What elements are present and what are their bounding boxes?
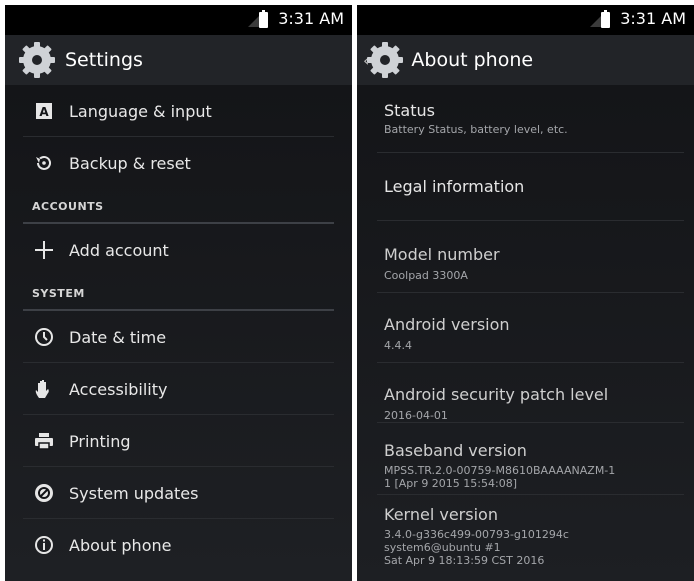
about-item-title: Legal information <box>384 177 525 196</box>
settings-item-label: Date & time <box>69 327 167 347</box>
about-item-summary: 4.4.4 <box>384 339 412 352</box>
settings-gear-icon <box>19 42 55 78</box>
settings-item-backup-reset[interactable]: Backup & reset <box>5 137 352 189</box>
system-update-icon <box>35 484 53 502</box>
about-item-model-number: Model number Coolpad 3300A <box>357 221 694 293</box>
page-title: About phone <box>411 49 534 71</box>
about-item-baseband-version: Baseband version MPSS.TR.2.0-00759-M8610… <box>357 423 694 495</box>
settings-item-language-input[interactable]: A Language & input <box>5 85 352 137</box>
settings-item-label: Add account <box>69 240 169 260</box>
about-item-summary: 3.4.0-g336c499-00793-g101294c <box>384 528 569 541</box>
settings-item-accessibility[interactable]: Accessibility <box>5 363 352 415</box>
about-item-summary-line-2: system6@ubuntu #1 <box>384 541 501 554</box>
about-item-android-version[interactable]: Android version 4.4.4 <box>357 293 694 363</box>
clock-icon <box>35 328 53 346</box>
info-icon <box>35 536 53 554</box>
settings-screen: 3:31 AM Settings A Language & input Back… <box>5 5 352 581</box>
about-item-status[interactable]: Status Battery Status, battery level, et… <box>357 85 694 153</box>
about-item-summary: 2016-04-01 <box>384 409 448 422</box>
settings-item-label: System updates <box>69 483 199 503</box>
settings-item-label: Printing <box>69 431 131 451</box>
settings-item-printing[interactable]: Printing <box>5 415 352 467</box>
about-item-summary: Coolpad 3300A <box>384 269 468 282</box>
about-item-summary: MPSS.TR.2.0-00759-M8610BAAAANAZM-1 <box>384 464 616 477</box>
section-header-label: ACCOUNTS <box>32 200 104 213</box>
about-item-summary-line-3: Sat Apr 9 18:13:59 CST 2016 <box>384 554 545 567</box>
settings-item-label: Language & input <box>69 101 212 121</box>
status-time: 3:31 AM <box>278 9 344 28</box>
status-bar: 3:31 AM <box>357 5 694 35</box>
section-header-accounts: ACCOUNTS <box>5 189 352 224</box>
about-item-title: Status <box>384 101 435 120</box>
settings-item-date-time[interactable]: Date & time <box>5 311 352 363</box>
about-item-title: Android security patch level <box>384 385 609 404</box>
add-icon <box>35 241 53 259</box>
printer-icon <box>35 433 53 450</box>
about-item-summary: Battery Status, battery level, etc. <box>384 123 568 136</box>
svg-text:A: A <box>39 105 49 119</box>
section-header-label: SYSTEM <box>32 287 85 300</box>
backup-icon <box>36 155 51 170</box>
about-phone-screen: 3:31 AM ‹ About phone Status Battery Sta… <box>357 5 694 581</box>
settings-list: A Language & input Backup & reset ACCOUN… <box>5 85 352 581</box>
battery-icon <box>601 10 610 28</box>
hand-icon <box>35 380 49 398</box>
settings-item-about-phone[interactable]: About phone <box>5 519 352 571</box>
about-item-legal-information[interactable]: Legal information <box>357 153 694 221</box>
page-title: Settings <box>65 49 143 71</box>
about-item-title: Android version <box>384 315 510 334</box>
about-item-title: Baseband version <box>384 441 527 460</box>
settings-item-label: Accessibility <box>69 379 168 399</box>
settings-item-system-updates[interactable]: System updates <box>5 467 352 519</box>
about-item-summary-line-2: 1 [Apr 9 2015 15:54:08] <box>384 477 517 490</box>
settings-gear-icon[interactable] <box>367 42 404 78</box>
settings-item-label: Backup & reset <box>69 153 191 173</box>
action-bar: ‹ About phone <box>357 35 694 85</box>
battery-icon <box>259 10 268 28</box>
about-item-kernel-version: Kernel version 3.4.0-g336c499-00793-g101… <box>357 495 694 575</box>
about-list: Status Battery Status, battery level, et… <box>357 85 694 581</box>
section-header-system: SYSTEM <box>5 276 352 311</box>
about-item-title: Kernel version <box>384 505 498 524</box>
status-bar: 3:31 AM <box>5 5 352 35</box>
language-icon: A <box>36 103 52 119</box>
status-time: 3:31 AM <box>620 9 686 28</box>
settings-item-add-account[interactable]: Add account <box>5 224 352 276</box>
about-item-title: Model number <box>384 245 500 264</box>
about-item-security-patch-level: Android security patch level 2016-04-01 <box>357 363 694 423</box>
settings-item-label: About phone <box>69 535 172 555</box>
action-bar: Settings <box>5 35 352 85</box>
